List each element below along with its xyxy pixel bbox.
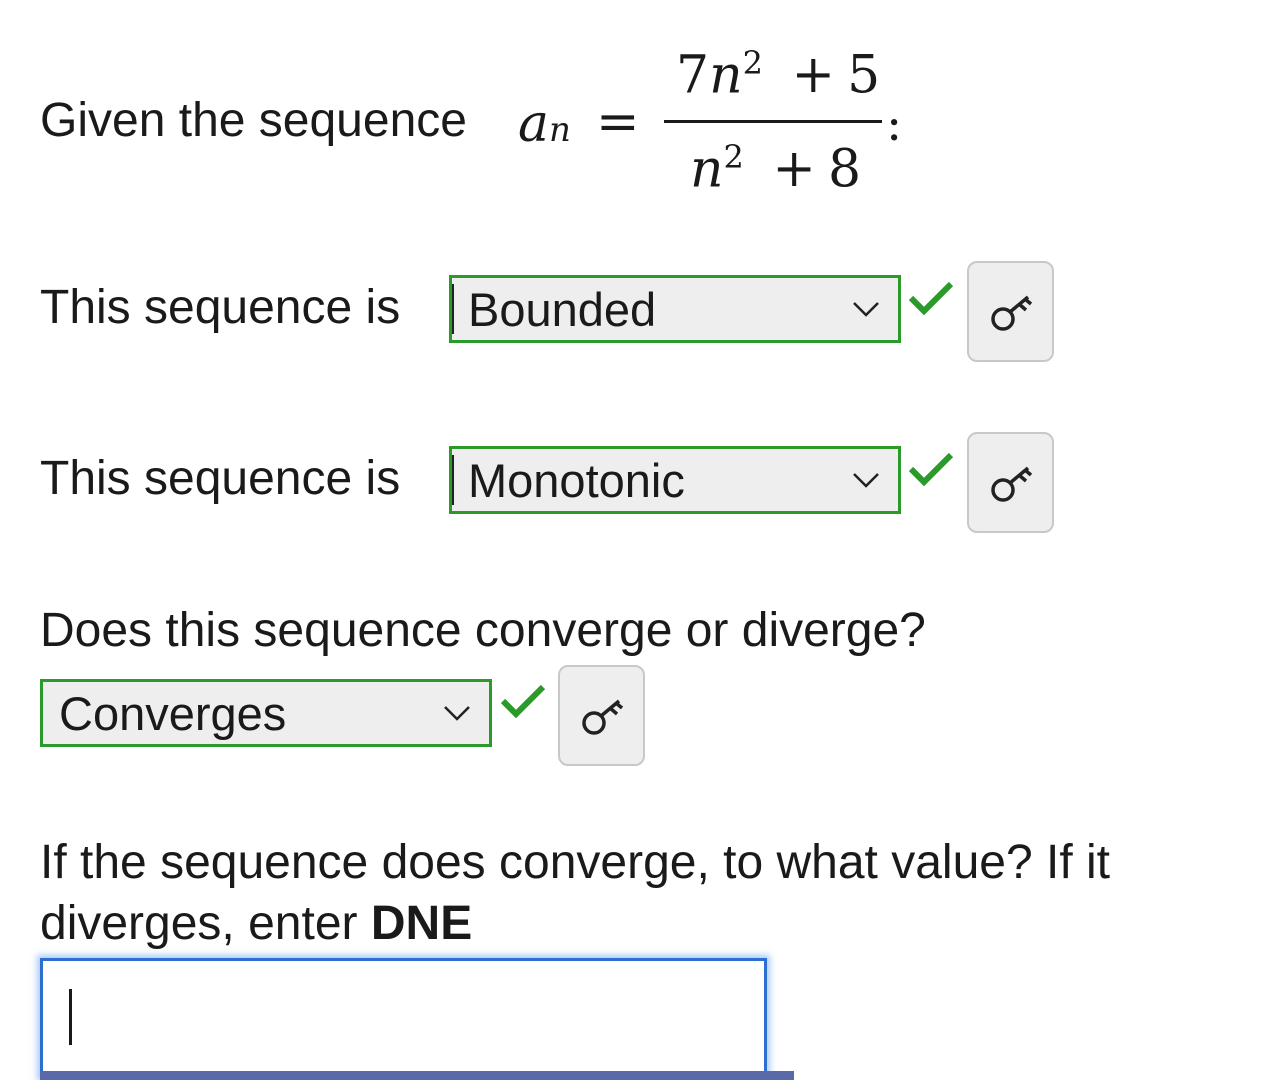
convergence-value: Converges [59,686,287,740]
boundedness-value: Bounded [468,282,657,336]
q4-prompt-line1: If the sequence does converge, to what v… [40,836,1111,889]
convergence-select[interactable]: Converges [40,679,492,747]
q2-label: This sequence is [40,452,401,505]
key-icon [990,466,1032,502]
select-divider [452,455,454,505]
q3-prompt: Does this sequence converge or diverge? [40,604,926,657]
chevron-down-icon [853,473,879,488]
math-toolbar-edge [40,1071,794,1080]
chevron-down-icon [853,302,879,317]
show-answer-key-button[interactable] [558,665,645,766]
show-answer-key-button[interactable] [967,432,1054,533]
show-answer-key-button[interactable] [967,261,1054,362]
key-icon [990,295,1032,331]
monotonicity-value: Monotonic [468,453,685,507]
key-icon [581,699,623,735]
numerator: 7n2 +5 [676,44,881,106]
q1-label: This sequence is [40,281,401,334]
equals-sign: = [596,92,640,152]
boundedness-select[interactable]: Bounded [449,275,901,343]
q4-prompt-line2: diverges, enter DNE [40,897,473,950]
monotonicity-select[interactable]: Monotonic [449,446,901,514]
select-divider [452,284,454,334]
sequence-symbol: an [518,94,571,154]
text-caret [69,989,72,1045]
question-intro: Given the sequence [40,94,467,147]
limit-answer-input[interactable] [40,958,767,1078]
checkmark-icon [908,452,954,487]
chevron-down-icon [444,706,470,721]
checkmark-icon [500,684,546,719]
checkmark-icon [908,281,954,316]
fraction-bar [664,120,882,123]
denominator: n2 +8 [690,138,862,200]
colon: : [886,96,903,152]
dne-keyword: DNE [370,897,473,950]
